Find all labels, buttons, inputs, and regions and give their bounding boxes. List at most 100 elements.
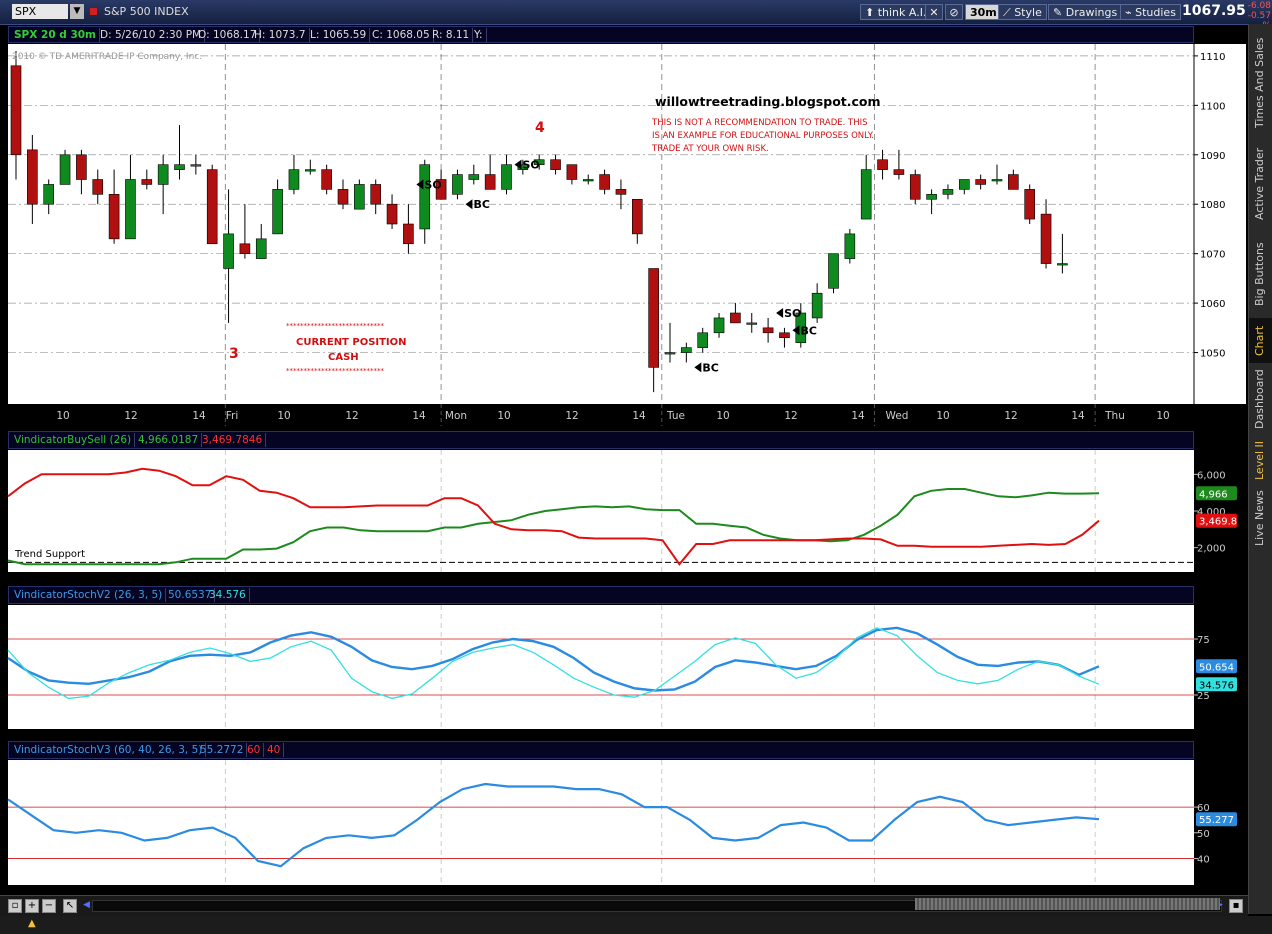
tab-active-trader[interactable]: Active Trader xyxy=(1249,136,1272,231)
candle-body xyxy=(648,268,659,368)
candle-body xyxy=(501,164,512,190)
candle-body xyxy=(157,164,169,185)
wave-label-4: 4 xyxy=(535,120,545,136)
candle-body xyxy=(141,179,153,185)
candle-body xyxy=(631,198,643,235)
candle-body xyxy=(909,174,921,200)
price-tick-label: 1110 xyxy=(1200,52,1225,63)
copyright-text: 2010 © TD AMERITRADE IP Company, Inc. xyxy=(12,52,202,62)
stochv2-plot-bg xyxy=(8,605,1194,729)
indicator-tick-label: 2,000 xyxy=(1197,544,1226,555)
price-plot-bg xyxy=(8,44,1194,404)
candle-body xyxy=(975,179,986,185)
tab-chart[interactable]: Chart xyxy=(1249,318,1272,363)
chart-area[interactable]: 1050106010701080109011001110 SOBCSOSOBCB… xyxy=(0,0,1248,895)
candle-body xyxy=(1024,189,1035,220)
position-value: CASH xyxy=(328,352,359,363)
candle-body xyxy=(125,179,136,240)
time-tick-label: 10 xyxy=(497,410,510,422)
time-tick-label: Tue xyxy=(666,410,685,422)
candle-body xyxy=(860,169,872,220)
cursor-icon[interactable]: ↖ xyxy=(63,899,77,913)
disclaimer-line-2: IS AN EXAMPLE FOR EDUCATIONAL PURPOSES O… xyxy=(652,131,874,141)
candle-body xyxy=(239,243,251,254)
candle-body xyxy=(468,174,480,180)
candle-body xyxy=(615,189,627,195)
candle-body xyxy=(76,154,87,180)
time-tick-label: 14 xyxy=(851,410,865,422)
time-tick-label: 14 xyxy=(1071,410,1085,422)
candle-body xyxy=(893,169,905,175)
last-value-label: 4,966 xyxy=(1199,489,1228,500)
candle-body xyxy=(10,65,22,156)
time-tick-label: 10 xyxy=(56,410,69,422)
scroll-left-icon[interactable]: ◀ xyxy=(83,900,90,910)
candle-body xyxy=(664,352,676,355)
price-tick-label: 1080 xyxy=(1200,200,1225,211)
candle-body xyxy=(484,174,496,190)
pan-icon[interactable]: ▫ xyxy=(8,899,22,913)
candle-body xyxy=(599,174,610,190)
candle-body xyxy=(713,317,725,334)
candle-body xyxy=(730,312,741,324)
tab-dashboard[interactable]: Dashboard xyxy=(1249,364,1272,434)
time-tick-label: 12 xyxy=(784,410,797,422)
indicator-tick-label: 25 xyxy=(1197,691,1210,702)
tab-live-news[interactable]: Live News xyxy=(1249,486,1272,551)
candle-body xyxy=(681,347,692,353)
time-tick-label: 12 xyxy=(565,410,578,422)
disclaimer-line-3: TRADE AT YOUR OWN RISK. xyxy=(651,144,769,154)
candle-body xyxy=(370,184,382,205)
signal-label: SO xyxy=(523,159,540,172)
time-tick-label: 12 xyxy=(1004,410,1017,422)
candle-body xyxy=(550,159,561,170)
time-tick-label: 10 xyxy=(716,410,729,422)
candle-body xyxy=(419,164,431,230)
candle-body xyxy=(337,189,349,205)
candle-body xyxy=(926,194,937,200)
tab-big-buttons[interactable]: Big Buttons xyxy=(1249,232,1272,317)
collapse-icon[interactable]: ▲ xyxy=(28,918,36,929)
candle-body xyxy=(59,154,71,185)
signal-label: BC xyxy=(800,324,816,337)
candle-body xyxy=(272,189,283,235)
candle-body xyxy=(190,164,202,167)
stars-bottom: **************************** xyxy=(286,367,385,375)
time-tick-label: 12 xyxy=(124,410,137,422)
candle-body xyxy=(697,332,709,348)
position-label: CURRENT POSITION xyxy=(296,337,407,348)
candle-body xyxy=(354,184,365,210)
time-tick-label: 10 xyxy=(1156,410,1169,422)
time-tick-label: Wed xyxy=(886,410,909,422)
stars-top: **************************** xyxy=(286,322,385,330)
last-value-label: 3,469.8 xyxy=(1199,517,1237,528)
indicator-tick-label: 40 xyxy=(1197,854,1210,865)
candle-body xyxy=(942,189,954,195)
time-tick-label: 12 xyxy=(345,410,358,422)
candle-body xyxy=(1008,174,1019,190)
zoom-in-icon[interactable]: + xyxy=(25,899,39,913)
candle-body xyxy=(958,179,970,190)
candle-body xyxy=(92,179,104,195)
candle-body xyxy=(174,164,185,170)
candle-body xyxy=(43,184,55,205)
candle-body xyxy=(321,169,332,190)
price-tick-label: 1050 xyxy=(1200,349,1225,360)
candle-body xyxy=(779,332,790,339)
tab-times-and-sales[interactable]: Times And Sales xyxy=(1249,30,1272,135)
candle-body xyxy=(108,194,120,240)
zoom-out-icon[interactable]: − xyxy=(42,899,56,913)
candle-body xyxy=(255,238,267,259)
candle-body xyxy=(746,322,758,325)
candle-body xyxy=(288,169,300,190)
tab-level-ii[interactable]: Level II xyxy=(1249,435,1272,485)
candle-body xyxy=(844,233,856,259)
footer-bar: ▲ xyxy=(0,916,1272,934)
expand-icon[interactable]: ▪ xyxy=(1229,899,1243,913)
candle-body xyxy=(206,169,218,245)
candle-body xyxy=(991,179,1003,182)
price-tick-label: 1060 xyxy=(1200,299,1225,310)
scrollbar-thumb[interactable] xyxy=(915,898,1220,910)
stochv3-plot-bg xyxy=(8,760,1194,885)
candle-body xyxy=(1057,263,1068,266)
